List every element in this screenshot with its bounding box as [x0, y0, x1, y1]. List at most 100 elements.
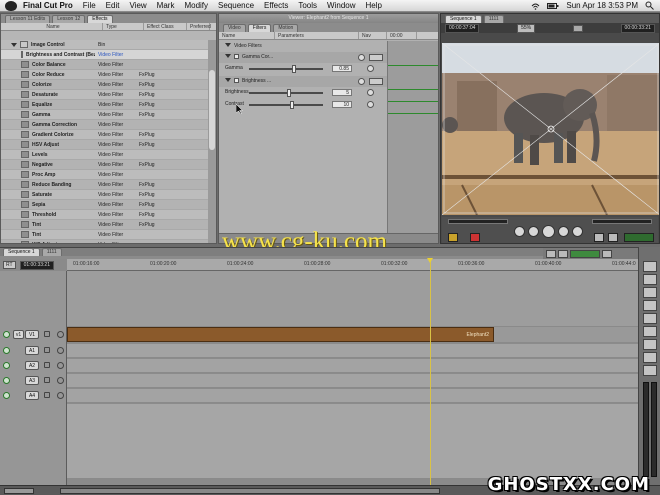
- effect-row[interactable]: HSV Adjust Video Filter FxPlug: [1, 140, 208, 150]
- shuttle-slider[interactable]: [448, 219, 508, 224]
- go-to-previous-edit-button[interactable]: [514, 226, 525, 237]
- effect-row[interactable]: Reduce Banding Video Filter FxPlug: [1, 180, 208, 190]
- effect-row[interactable]: Gamma Correction Video Filter: [1, 120, 208, 130]
- razor-blade-tool-icon[interactable]: [643, 326, 657, 337]
- video-track-area-empty[interactable]: [67, 271, 638, 327]
- track-lane-a4[interactable]: [67, 389, 638, 403]
- track-audible-icon[interactable]: [3, 392, 10, 399]
- menu-app-name[interactable]: Final Cut Pro: [23, 1, 73, 10]
- destination-control-a1[interactable]: A1: [25, 346, 39, 355]
- edit-selection-tool-icon[interactable]: [643, 274, 657, 285]
- tab-lesson-11-edits[interactable]: Lesson 11 Edits: [5, 15, 51, 23]
- reset-icon[interactable]: [358, 54, 365, 61]
- tab-filters[interactable]: Filters: [247, 24, 272, 32]
- effect-row[interactable]: Threshold Video Filter FxPlug: [1, 210, 208, 220]
- effect-row[interactable]: Sepia Video Filter FxPlug: [1, 200, 208, 210]
- track-height-control[interactable]: [4, 488, 34, 494]
- effect-row[interactable]: Saturate Video Filter FxPlug: [1, 190, 208, 200]
- timeline-current-timecode[interactable]: 01:00:33:21: [19, 260, 54, 270]
- rt-popup[interactable]: RT: [3, 261, 16, 269]
- browser-scrollbar[interactable]: [208, 40, 216, 243]
- filter-row-brightness[interactable]: Brightness ...: [219, 76, 387, 87]
- brightness-slider-knob[interactable]: [287, 89, 292, 97]
- tab-effects[interactable]: Effects: [87, 15, 113, 23]
- track-audible-icon[interactable]: [3, 362, 10, 369]
- column-name[interactable]: Name: [1, 23, 103, 30]
- tab-sequence-1[interactable]: Sequence 1: [445, 15, 482, 23]
- disclosure-triangle-icon[interactable]: [11, 42, 17, 47]
- tab-video[interactable]: Video: [223, 24, 246, 32]
- apple-logo-icon[interactable]: [5, 0, 17, 11]
- track-select-tool-icon[interactable]: [643, 287, 657, 298]
- view-popup[interactable]: [572, 24, 583, 32]
- brightness-slider[interactable]: [249, 89, 323, 97]
- play-in-to-out-button[interactable]: [528, 226, 539, 237]
- effect-row[interactable]: Tint Video Filter FxPlug: [1, 220, 208, 230]
- crop-tool-icon[interactable]: [643, 352, 657, 363]
- video-filters-section[interactable]: Video Filters: [219, 41, 387, 52]
- effect-row[interactable]: Negative Video Filter FxPlug: [1, 160, 208, 170]
- menu-window[interactable]: Window: [327, 1, 355, 10]
- go-to-next-edit-button[interactable]: [572, 226, 583, 237]
- play-button[interactable]: [542, 225, 555, 238]
- mark-in-button[interactable]: [448, 233, 458, 242]
- roll-tool-icon[interactable]: [643, 300, 657, 311]
- destination-control-a3[interactable]: A3: [25, 376, 39, 385]
- zoom-popup[interactable]: 55%: [517, 23, 536, 33]
- track-visibility-icon[interactable]: [3, 331, 10, 338]
- mark-clip-button[interactable]: [470, 233, 480, 242]
- menu-clock[interactable]: Sun Apr 18 3:53 PM: [566, 1, 638, 10]
- column-type[interactable]: Type: [103, 23, 144, 30]
- lock-icon[interactable]: [44, 392, 50, 398]
- add-marker-button[interactable]: [594, 233, 604, 242]
- menu-sequence[interactable]: Sequence: [218, 1, 254, 10]
- disclosure-triangle-icon[interactable]: [225, 43, 231, 47]
- brightness-value-field[interactable]: 5: [332, 89, 352, 96]
- column-effect-class[interactable]: Effect Class: [144, 23, 187, 30]
- menu-help[interactable]: Help: [366, 1, 382, 10]
- airport-icon[interactable]: [531, 2, 540, 10]
- destination-control-a2[interactable]: A2: [25, 361, 39, 370]
- menu-file[interactable]: File: [83, 1, 96, 10]
- column-preferred[interactable]: Preferred: [187, 23, 211, 30]
- auto-select-icon[interactable]: [57, 347, 64, 354]
- source-control-v1[interactable]: v1: [13, 330, 24, 339]
- keyframe-button-icon[interactable]: [367, 89, 374, 96]
- filter-enable-checkbox[interactable]: [234, 78, 239, 84]
- disclosure-triangle-icon[interactable]: [225, 78, 231, 82]
- add-keyframe-button[interactable]: [608, 233, 618, 242]
- reset-icon[interactable]: [358, 78, 365, 85]
- zoom-slider-button[interactable]: [602, 249, 612, 258]
- auto-select-icon[interactable]: [57, 377, 64, 384]
- gamma-slider[interactable]: [249, 65, 323, 73]
- bin-row[interactable]: Image Control Bin: [1, 40, 208, 50]
- tab-motion[interactable]: Motion: [273, 24, 299, 32]
- spotlight-search-icon[interactable]: [645, 1, 654, 10]
- linking-button[interactable]: [558, 249, 568, 258]
- track-lane-a1[interactable]: [67, 344, 638, 358]
- keyframe-graph-area[interactable]: [387, 41, 438, 243]
- keyframe-button-icon[interactable]: [367, 65, 374, 72]
- destination-control-a4[interactable]: A4: [25, 391, 39, 400]
- zoom-tool-icon[interactable]: [643, 339, 657, 350]
- effect-row[interactable]: Color Balance Video Filter: [1, 60, 208, 70]
- zoom-control[interactable]: [570, 249, 600, 258]
- filter-enable-checkbox[interactable]: [234, 54, 239, 60]
- effect-row[interactable]: Gradient Colorize Video Filter FxPlug: [1, 130, 208, 140]
- effect-row[interactable]: Desaturate Video Filter FxPlug: [1, 90, 208, 100]
- lock-icon[interactable]: [44, 362, 50, 368]
- contrast-value-field[interactable]: 10: [332, 101, 352, 108]
- track-audible-icon[interactable]: [3, 347, 10, 354]
- playhead[interactable]: [427, 258, 433, 485]
- menu-edit[interactable]: Edit: [106, 1, 120, 10]
- slip-tool-icon[interactable]: [643, 313, 657, 324]
- selection-tool-icon[interactable]: [643, 261, 657, 272]
- track-audible-icon[interactable]: [3, 377, 10, 384]
- destination-control-v1[interactable]: V1: [25, 330, 39, 339]
- auto-select-icon[interactable]: [57, 362, 64, 369]
- canvas-current-timecode[interactable]: 00:00:33:21: [620, 23, 655, 33]
- gamma-value-field[interactable]: 0.85: [332, 65, 352, 72]
- tab-1111[interactable]: 1111: [483, 15, 504, 23]
- menu-view[interactable]: View: [129, 1, 146, 10]
- lock-icon[interactable]: [44, 331, 50, 337]
